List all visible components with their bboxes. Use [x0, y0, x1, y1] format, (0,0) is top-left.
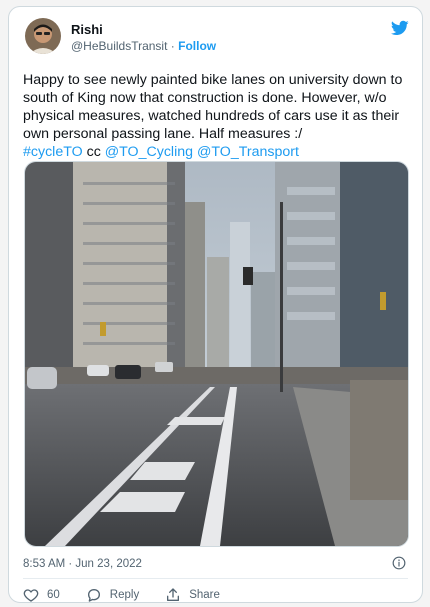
twitter-bird-icon[interactable]	[390, 19, 410, 37]
like-count: 60	[47, 589, 60, 601]
action-bar: 60 Reply Share	[23, 586, 246, 604]
mention-link-transport[interactable]: @TO_Transport	[197, 144, 299, 160]
like-button[interactable]: 60	[23, 587, 60, 603]
timestamp[interactable]: 8:53 AM · Jun 23, 2022	[23, 558, 142, 570]
hashtag-link[interactable]: #cycleTO	[23, 144, 83, 160]
handle-row: @HeBuildsTransit · Follow	[71, 39, 216, 53]
avatar[interactable]	[25, 18, 61, 54]
share-icon	[167, 588, 180, 601]
mention-link-cycling[interactable]: @TO_Cycling	[105, 144, 193, 160]
tweet-photo[interactable]	[24, 161, 409, 547]
divider	[23, 578, 408, 579]
heart-icon	[23, 589, 39, 602]
tweet-card: Rishi @HeBuildsTransit · Follow Happy to…	[8, 6, 423, 603]
author-name[interactable]: Rishi	[71, 22, 103, 37]
reply-icon	[87, 589, 100, 602]
author-handle[interactable]: @HeBuildsTransit	[71, 39, 167, 53]
follow-button[interactable]: Follow	[178, 39, 216, 53]
reply-button[interactable]: Reply	[86, 587, 139, 603]
street-photo-image	[25, 162, 408, 546]
info-icon[interactable]	[392, 556, 406, 570]
share-label: Share	[189, 589, 220, 601]
tweet-body: Happy to see newly painted bike lanes on…	[23, 72, 403, 142]
reply-label: Reply	[109, 589, 140, 601]
separator: ·	[167, 39, 179, 53]
cc-text: cc	[82, 144, 105, 160]
tweet-text: Happy to see newly painted bike lanes on…	[23, 71, 413, 161]
share-button[interactable]: Share	[165, 587, 220, 603]
